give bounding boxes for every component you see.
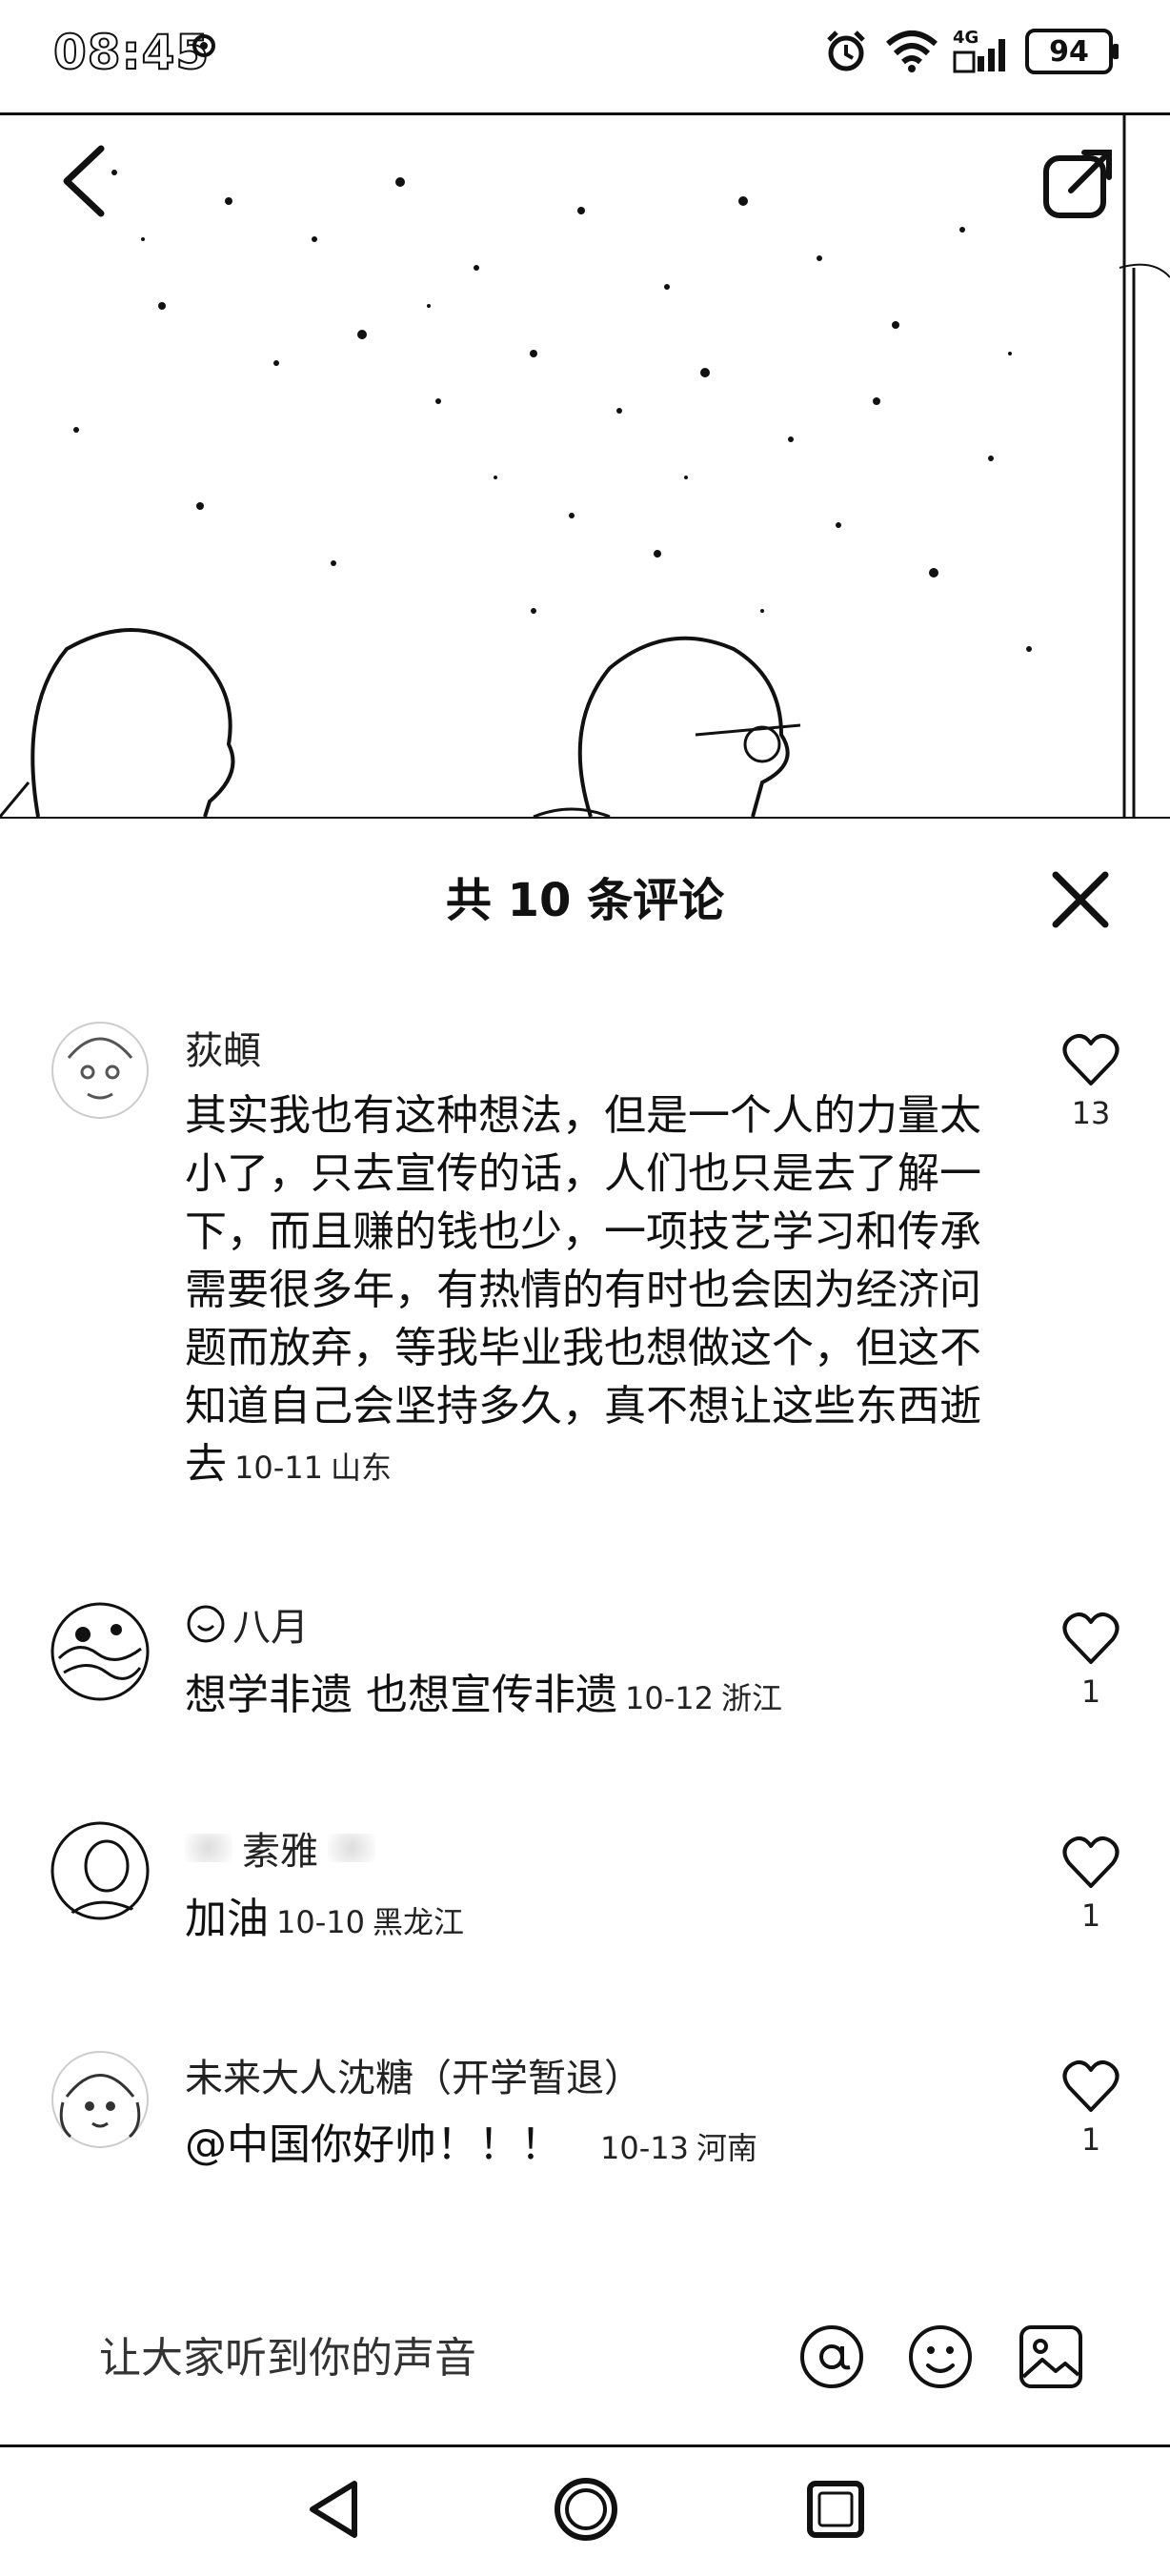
avatar[interactable] [50, 2049, 151, 2150]
status-time: 08:45 [52, 24, 211, 81]
comment-text: @中国你好帅！！！ 10-13 河南 [185, 2120, 757, 2169]
comment-username[interactable]: 荻頔 [185, 1020, 261, 1075]
video-frame [0, 115, 1170, 817]
comment-date: 10-13 [600, 2130, 689, 2166]
comment-username[interactable]: 八月 [232, 1596, 309, 1652]
avatar[interactable] [50, 1020, 151, 1121]
like-count: 1 [1080, 1897, 1101, 1934]
wifi-icon [886, 30, 938, 72]
recents-square-icon[interactable] [804, 2478, 867, 2541]
status-icons: 4G 94 [821, 27, 1119, 76]
avatar[interactable] [50, 1601, 151, 1702]
comment-text: 加油 10-10 黑龙江 [185, 1895, 464, 1943]
comments-title: 共 10 条评论 [445, 874, 725, 927]
like-count: 1 [1080, 1673, 1101, 1710]
comment-date: 10-10 [276, 1904, 365, 1940]
emoji-icon[interactable] [907, 2323, 974, 2390]
comment-text: 想学非遗 也想宣传非遗 10-12 浙江 [185, 1671, 782, 1719]
image-icon[interactable] [1018, 2323, 1084, 2390]
heart-icon [1062, 1033, 1120, 1085]
comment-username-row[interactable]: 八月 [185, 1596, 309, 1652]
signal-icon: 4G [953, 28, 1012, 75]
battery-level: 94 [1049, 34, 1089, 69]
at-icon[interactable] [798, 2323, 865, 2390]
system-nav-bar [0, 2444, 1170, 2576]
notification-dot-icon [192, 34, 215, 57]
decoration [328, 1834, 375, 1862]
close-icon[interactable] [1046, 865, 1115, 934]
comment-date: 10-11 [234, 1450, 323, 1486]
like-count: 1 [1080, 2121, 1101, 2158]
comment-location: 黑龙江 [372, 1904, 464, 1940]
heart-icon [1062, 1612, 1120, 1664]
comment-input[interactable]: 让大家听到你的声音 [99, 2323, 476, 2384]
like-button[interactable]: 1 [1053, 2059, 1129, 2158]
heart-icon [1062, 1836, 1120, 1888]
decoration [185, 1834, 232, 1862]
like-count: 13 [1071, 1095, 1111, 1131]
back-chevron-icon[interactable] [55, 143, 112, 219]
like-button[interactable]: 13 [1053, 1032, 1129, 1131]
home-circle-icon[interactable] [553, 2476, 619, 2543]
battery-icon: 94 [1025, 29, 1119, 74]
comment-date: 10-12 [625, 1680, 714, 1716]
like-button[interactable]: 1 [1053, 1611, 1129, 1710]
share-external-icon[interactable] [1040, 145, 1117, 221]
comment-username[interactable]: 素雅 [242, 1820, 318, 1876]
comment-text: 其实我也有这种想法，但是一个人的力量太小了，只去宣传的话，人们也只是去了解一下，… [185, 1091, 981, 1489]
comment-username-row[interactable]: 素雅 [185, 1820, 375, 1876]
alarm-icon [827, 30, 865, 71]
status-bar: 08:45 4G 94 [0, 0, 1170, 115]
badge-icon [187, 1605, 225, 1643]
back-triangle-icon[interactable] [303, 2478, 366, 2541]
comment-location: 山东 [330, 1450, 392, 1486]
comment-location: 浙江 [720, 1680, 782, 1716]
video-preview[interactable] [0, 115, 1170, 819]
heart-icon [1062, 2059, 1120, 2112]
like-button[interactable]: 1 [1053, 1835, 1129, 1934]
comment-location: 河南 [696, 2130, 757, 2166]
avatar[interactable] [50, 1820, 151, 1921]
comment-username[interactable]: 未来大人沈糖（开学暂退） [185, 2047, 642, 2102]
